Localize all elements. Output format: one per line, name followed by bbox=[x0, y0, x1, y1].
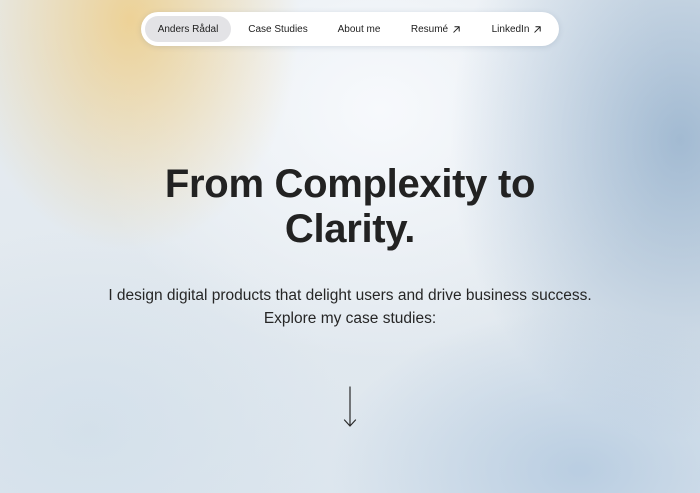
hero-subtitle: I design digital products that delight u… bbox=[0, 284, 700, 330]
nav-about-me[interactable]: About me bbox=[325, 16, 393, 42]
nav-about-me-label: About me bbox=[337, 23, 381, 35]
nav-linkedin-label: LinkedIn bbox=[491, 23, 530, 35]
hero-title-line-2: Clarity. bbox=[284, 207, 416, 251]
hero-title: From Complexity to Clarity. bbox=[0, 162, 700, 252]
nav-case-studies-label: Case Studies bbox=[248, 23, 308, 35]
top-navigation: Anders Rådal Case Studies About me Resum… bbox=[141, 12, 559, 46]
nav-resume-label: Resumé bbox=[410, 23, 449, 35]
nav-resume-link[interactable]: Resumé bbox=[393, 16, 479, 42]
nav-linkedin-link[interactable]: LinkedIn bbox=[479, 16, 555, 42]
arrow-down-icon[interactable] bbox=[342, 386, 358, 428]
nav-home-label: Anders Rådal bbox=[157, 23, 219, 35]
nav-case-studies[interactable]: Case Studies bbox=[231, 16, 325, 42]
hero-title-line-1: From Complexity to bbox=[164, 162, 536, 206]
nav-home-name[interactable]: Anders Rådal bbox=[145, 16, 231, 42]
external-link-arrow-icon bbox=[534, 25, 542, 33]
hero-subtitle-line-1: I design digital products that delight u… bbox=[108, 287, 592, 304]
external-link-arrow-icon bbox=[453, 25, 460, 33]
hero-subtitle-line-2: Explore my case studies: bbox=[263, 310, 437, 327]
